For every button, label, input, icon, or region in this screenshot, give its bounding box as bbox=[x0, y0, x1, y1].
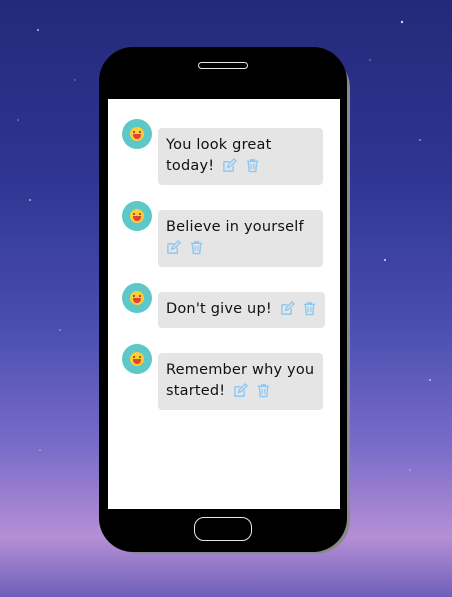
trash-icon[interactable] bbox=[256, 383, 271, 398]
laughing-emoji-icon bbox=[122, 119, 152, 149]
edit-icon[interactable] bbox=[280, 301, 295, 316]
trash-icon[interactable] bbox=[189, 240, 204, 255]
phone-screen: You look great today! Believe in yoursel… bbox=[108, 99, 340, 509]
laughing-emoji-icon bbox=[122, 201, 152, 231]
message-text: Don't give up! bbox=[166, 301, 272, 317]
message-bubble: Remember why you started! bbox=[158, 353, 323, 410]
edit-icon[interactable] bbox=[166, 240, 181, 255]
message-bubble: Believe in yourself bbox=[158, 210, 323, 267]
trash-icon[interactable] bbox=[245, 158, 260, 173]
message-text: Believe in yourself bbox=[166, 219, 304, 235]
laughing-emoji-icon bbox=[122, 344, 152, 374]
home-button[interactable] bbox=[194, 517, 252, 541]
message-bubble: You look great today! bbox=[158, 128, 323, 185]
laughing-emoji-icon bbox=[122, 283, 152, 313]
trash-icon[interactable] bbox=[302, 301, 317, 316]
edit-icon[interactable] bbox=[222, 158, 238, 173]
edit-icon[interactable] bbox=[233, 383, 249, 398]
message-bubble: Don't give up! bbox=[158, 292, 326, 328]
phone-speaker bbox=[198, 62, 248, 69]
phone-frame: You look great today! Believe in yoursel… bbox=[99, 47, 347, 552]
